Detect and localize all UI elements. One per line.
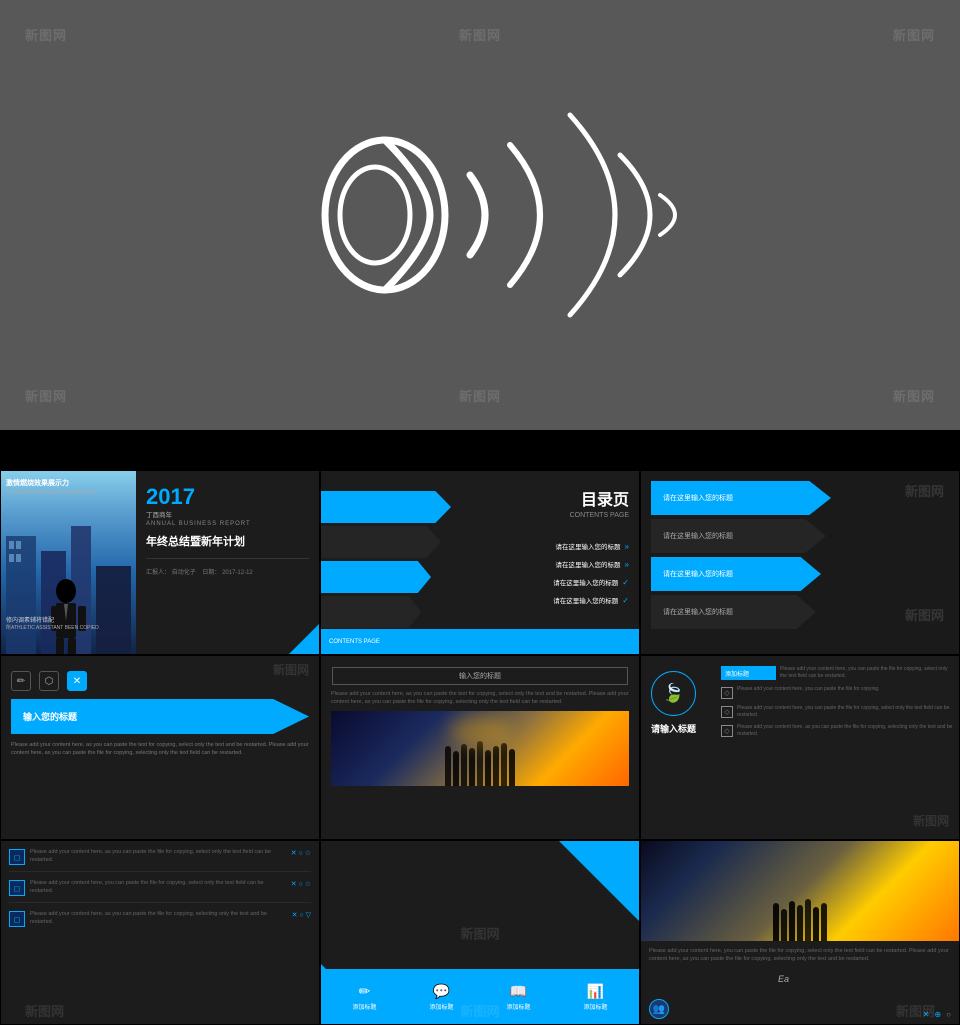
toolbar-item-4[interactable]: 📊 添加标题 bbox=[583, 983, 607, 1011]
slide-photo-text: Please add your content here, you can pa… bbox=[640, 840, 960, 1025]
slide-right-arrows: 请在这里输入您的标题 请在这里输入您的标题 请在这里输入您的标题 请在这里输入您… bbox=[640, 470, 960, 655]
slide-cover: 激情燃烧效果展示力 TO ADMINISTRATIVE CONFIRMATION… bbox=[0, 470, 320, 655]
slide-input-content: 输入您的标题 Please add your content here, as … bbox=[320, 655, 640, 840]
watermark-tr: 新图网 bbox=[893, 25, 935, 44]
top-section: 新图网 新图网 新图网 新图网 新图网 新图网 bbox=[0, 0, 960, 430]
toolbar-item-1[interactable]: ✏ 添加标题 bbox=[352, 983, 376, 1011]
slides-grid: 激情燃烧效果展示力 TO ADMINISTRATIVE CONFIRMATION… bbox=[0, 470, 960, 1025]
slide-title-zh: 年终总结暨新年计划 bbox=[146, 535, 309, 550]
slide-feature-icon: 🍃 请输入标题 添加标题 Please add your content her… bbox=[640, 655, 960, 840]
watermark-tl: 新图网 bbox=[25, 25, 67, 44]
black-band bbox=[0, 430, 960, 470]
watermark-tc: 新图网 bbox=[459, 25, 501, 44]
year-display: 2017 bbox=[146, 486, 309, 508]
slide-toolbar: 新图网 ✏ 添加标题 💬 添加标题 📖 添加标题 📊 添加标题 bbox=[320, 840, 640, 1025]
slide-1-photo: 激情燃烧效果展示力 TO ADMINISTRATIVE CONFIRMATION… bbox=[1, 471, 136, 655]
watermark-mid2: 新图网 bbox=[905, 481, 944, 500]
watermark-bl: 新图网 bbox=[25, 386, 67, 405]
watermark-mid: 新图网 bbox=[905, 605, 944, 624]
watermark-bc: 新图网 bbox=[459, 386, 501, 405]
slide-list-items: ◻ Please add your content here, as you c… bbox=[0, 840, 320, 1025]
toolbar-item-3[interactable]: 📖 添加标题 bbox=[506, 983, 530, 1011]
slide-contents: 目录页 CONTENTS PAGE 请在这里输入您的标题 » 请在这里输入您的标… bbox=[320, 470, 640, 655]
slide-icon-row: ✏ ⬡ ✕ 输入您的标题 Please add your content her… bbox=[0, 655, 320, 840]
ea-text-area: Ea bbox=[768, 963, 959, 994]
speaker-icon bbox=[230, 65, 730, 365]
toolbar-item-2[interactable]: 💬 添加标题 bbox=[429, 983, 453, 1011]
watermark-br: 新图网 bbox=[893, 386, 935, 405]
